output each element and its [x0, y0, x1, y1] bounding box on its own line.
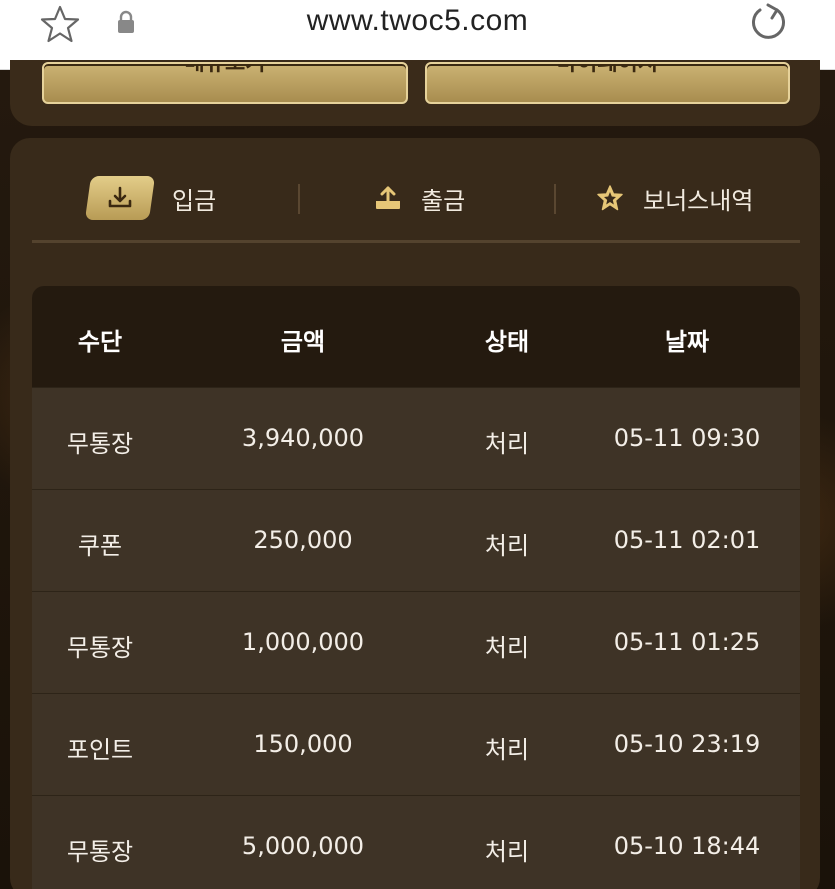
table-row: 무통장 5,000,000 처리 05-10 18:44 — [32, 795, 800, 889]
header-status: 상태 — [484, 328, 530, 356]
cell-status: 처리 — [484, 736, 530, 764]
cell-method: 무통장 — [66, 634, 134, 662]
transaction-panel: 입금 출금 보너스내역 수단 금액 상태 날짜 무통장 3,940,000 처리… — [10, 138, 820, 889]
tab-bonus-history[interactable]: 보너스내역 — [595, 168, 753, 228]
header-amount: 금액 — [280, 328, 326, 356]
cell-status: 처리 — [484, 430, 530, 458]
cell-amount: 3,940,000 — [241, 424, 365, 452]
star-icon — [595, 183, 625, 213]
cell-method: 포인트 — [66, 736, 134, 764]
cell-amount: 250,000 — [253, 526, 353, 554]
cell-amount: 5,000,000 — [241, 832, 365, 860]
cell-date: 05-11 09:30 — [613, 424, 761, 452]
tab-deposit[interactable]: 입금 — [84, 168, 217, 228]
tab-underline — [32, 240, 800, 243]
cell-status: 처리 — [484, 634, 530, 662]
cell-method: 쿠폰 — [77, 532, 123, 560]
tab-withdraw-label: 출금 — [421, 186, 466, 215]
mypage-button[interactable]: 마이페이지 — [425, 62, 790, 104]
cell-method: 무통장 — [66, 838, 134, 866]
tab-bar: 입금 출금 보너스내역 — [30, 168, 800, 238]
table-row: 쿠폰 250,000 처리 05-11 02:01 — [32, 489, 800, 590]
cell-amount: 1,000,000 — [241, 628, 365, 656]
mypage-button-label: 마이페이지 — [556, 62, 659, 76]
url-text[interactable]: www.twoc5.com — [0, 4, 835, 38]
tab-divider — [298, 184, 300, 214]
tab-divider — [554, 184, 556, 214]
cell-amount: 150,000 — [253, 730, 353, 758]
header-method: 수단 — [77, 328, 123, 356]
tab-bonus-label: 보너스내역 — [643, 186, 754, 215]
table-row: 무통장 1,000,000 처리 05-11 01:25 — [32, 591, 800, 692]
cell-method: 무통장 — [66, 430, 134, 458]
reload-icon[interactable] — [748, 2, 790, 44]
transaction-table: 수단 금액 상태 날짜 무통장 3,940,000 처리 05-11 09:30… — [32, 286, 800, 889]
tab-deposit-label: 입금 — [172, 186, 217, 215]
top-left-button[interactable]: 배유보기 — [42, 62, 408, 104]
cell-date: 05-11 02:01 — [613, 526, 761, 554]
cell-date: 05-10 23:19 — [613, 730, 761, 758]
table-row: 포인트 150,000 처리 05-10 23:19 — [32, 693, 800, 794]
upload-icon — [373, 183, 403, 213]
download-icon — [84, 176, 156, 220]
cell-date: 05-10 18:44 — [613, 832, 761, 860]
cell-status: 처리 — [484, 532, 530, 560]
top-left-button-label: 배유보기 — [184, 62, 266, 76]
table-header: 수단 금액 상태 날짜 — [32, 286, 800, 387]
tab-withdraw[interactable]: 출금 — [373, 168, 465, 228]
table-row: 무통장 3,940,000 처리 05-11 09:30 — [32, 387, 800, 488]
cell-date: 05-11 01:25 — [613, 628, 761, 656]
header-date: 날짜 — [664, 328, 710, 356]
cell-status: 처리 — [484, 838, 530, 866]
